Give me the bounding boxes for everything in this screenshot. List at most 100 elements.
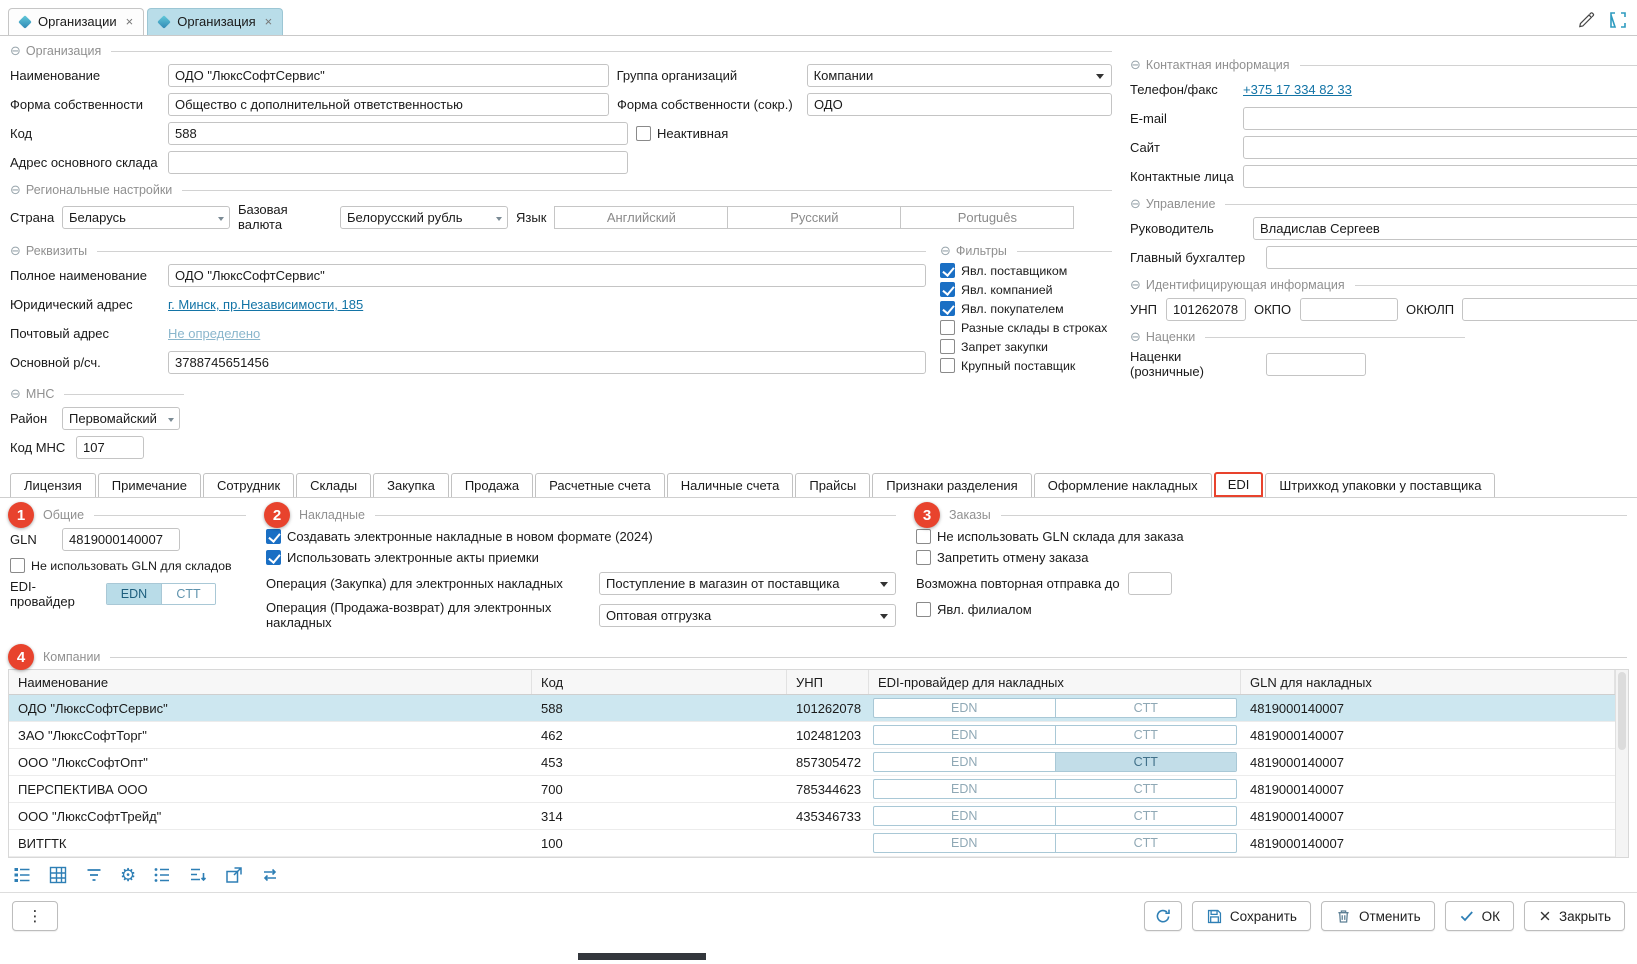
provider-option-edn[interactable]: EDN bbox=[874, 807, 1055, 825]
forbid-order-cancel-checkbox[interactable]: Запретить отмену заказа bbox=[916, 550, 1627, 565]
filter-checkbox-company[interactable]: Явл. компанией bbox=[940, 282, 1112, 297]
gln-input[interactable] bbox=[62, 528, 180, 551]
filter-checkbox-different-warehouses[interactable]: Разные склады в строках bbox=[940, 320, 1112, 335]
sort-list-icon[interactable] bbox=[188, 865, 208, 885]
numbered-list-icon[interactable] bbox=[152, 865, 172, 885]
filter-checkbox-buyer[interactable]: Явл. покупателем bbox=[940, 301, 1112, 316]
tab-note[interactable]: Примечание bbox=[98, 473, 201, 497]
district-combo[interactable]: Первомайский bbox=[62, 407, 180, 430]
collapse-icon[interactable]: ⊖ bbox=[1130, 196, 1141, 212]
collapse-icon[interactable]: ⊖ bbox=[940, 243, 951, 259]
column-header-code[interactable]: Код bbox=[532, 670, 787, 694]
provider-option-ctt[interactable]: CTT bbox=[161, 584, 215, 604]
ownership-input[interactable] bbox=[168, 93, 609, 116]
collapse-icon[interactable]: ⊖ bbox=[10, 43, 21, 59]
table-row-company[interactable]: ОДО "ЛюксСофтСервис" 588 101262078 EDN C… bbox=[9, 695, 1615, 722]
tab-edi[interactable]: EDI bbox=[1214, 472, 1264, 497]
filter-icon[interactable] bbox=[84, 865, 104, 885]
head-input[interactable] bbox=[1253, 217, 1637, 240]
grid-view-icon[interactable] bbox=[48, 865, 68, 885]
gear-icon[interactable]: ⚙ bbox=[120, 866, 136, 884]
language-option-russian[interactable]: Русский bbox=[727, 206, 901, 229]
cancel-button[interactable]: Отменить bbox=[1321, 901, 1435, 931]
provider-option-ctt[interactable]: CTT bbox=[1055, 807, 1237, 825]
tab-organizations[interactable]: Организации × bbox=[8, 8, 144, 35]
ok-button[interactable]: ОК bbox=[1445, 901, 1514, 931]
list-view-icon[interactable] bbox=[12, 865, 32, 885]
collapse-icon[interactable]: ⊖ bbox=[10, 243, 21, 259]
contact-persons-input[interactable] bbox=[1243, 165, 1637, 188]
tab-settlement-accounts[interactable]: Расчетные счета bbox=[535, 473, 665, 497]
return-operation-select[interactable]: Оптовая отгрузка bbox=[599, 604, 896, 627]
tab-invoice-layout[interactable]: Оформление накладных bbox=[1034, 473, 1212, 497]
filter-checkbox-supplier[interactable]: Явл. поставщиком bbox=[940, 263, 1112, 278]
provider-option-edn[interactable]: EDN bbox=[874, 834, 1055, 852]
table-row-company[interactable]: ЗАО "ЛюксСофтТорг" 462 102481203 EDN CTT… bbox=[9, 722, 1615, 749]
filter-checkbox-purchase-ban[interactable]: Запрет закупки bbox=[940, 339, 1112, 354]
okulp-input[interactable] bbox=[1462, 298, 1637, 321]
account-input[interactable] bbox=[168, 351, 926, 374]
refresh-button[interactable] bbox=[1144, 901, 1182, 931]
table-scrollbar[interactable] bbox=[1615, 670, 1628, 857]
site-input[interactable] bbox=[1243, 136, 1637, 159]
provider-option-ctt[interactable]: CTT bbox=[1055, 699, 1237, 717]
retail-markup-input[interactable] bbox=[1266, 353, 1366, 376]
no-gln-order-checkbox[interactable]: Не использовать GLN склада для заказа bbox=[916, 529, 1627, 544]
new-format-invoices-checkbox[interactable]: Создавать электронные накладные в новом … bbox=[266, 529, 896, 544]
mns-code-input[interactable] bbox=[76, 436, 144, 459]
accountant-input[interactable] bbox=[1266, 246, 1637, 269]
ownership-short-input[interactable] bbox=[807, 93, 1112, 116]
tab-employee[interactable]: Сотрудник bbox=[203, 473, 294, 497]
column-header-name[interactable]: Наименование bbox=[9, 670, 532, 694]
table-row-company[interactable]: ПЕРСПЕКТИВА ООО 700 785344623 EDN CTT 48… bbox=[9, 776, 1615, 803]
tab-warehouses[interactable]: Склады bbox=[296, 473, 371, 497]
tab-supplier-package-barcode[interactable]: Штрихкод упаковки у поставщика bbox=[1265, 473, 1495, 497]
language-option-portuguese[interactable]: Português bbox=[900, 206, 1074, 229]
unp-input[interactable] bbox=[1166, 298, 1246, 321]
table-row-company[interactable]: ООО "ЛюксСофтОпт" 453 857305472 EDN CTT … bbox=[9, 749, 1615, 776]
column-header-unp[interactable]: УНП bbox=[787, 670, 869, 694]
collapse-icon[interactable]: ⊖ bbox=[1130, 277, 1141, 293]
inactive-checkbox[interactable]: Неактивная bbox=[636, 126, 728, 141]
provider-option-edn[interactable]: EDN bbox=[874, 726, 1055, 744]
filter-checkbox-large-supplier[interactable]: Крупный поставщик bbox=[940, 358, 1112, 373]
table-row-company[interactable]: ООО "ЛюксСофтТрейд" 314 435346733 EDN CT… bbox=[9, 803, 1615, 830]
full-name-input[interactable] bbox=[168, 264, 926, 287]
tab-organization[interactable]: Организация × bbox=[147, 8, 283, 35]
swap-icon[interactable] bbox=[260, 865, 280, 885]
warehouse-address-input[interactable] bbox=[168, 151, 628, 174]
okpo-input[interactable] bbox=[1300, 298, 1398, 321]
provider-option-edn[interactable]: EDN bbox=[874, 699, 1055, 717]
postal-address-link[interactable]: Не определено bbox=[168, 326, 260, 341]
tab-purchase[interactable]: Закупка bbox=[373, 473, 449, 497]
close-tab-icon[interactable]: × bbox=[126, 14, 134, 29]
tab-sales[interactable]: Продажа bbox=[451, 473, 533, 497]
no-gln-warehouses-checkbox[interactable]: Не использовать GLN для складов bbox=[10, 558, 246, 573]
open-external-icon[interactable] bbox=[224, 865, 244, 885]
collapse-icon[interactable]: ⊖ bbox=[1130, 329, 1141, 345]
provider-option-edn[interactable]: EDN bbox=[874, 780, 1055, 798]
column-header-gln[interactable]: GLN для накладных bbox=[1241, 670, 1615, 694]
provider-option-edn[interactable]: EDN bbox=[874, 753, 1055, 771]
phone-link[interactable]: +375 17 334 82 33 bbox=[1243, 82, 1352, 97]
tab-separation-signs[interactable]: Признаки разделения bbox=[872, 473, 1031, 497]
is-branch-checkbox[interactable]: Явл. филиалом bbox=[916, 602, 1627, 617]
electronic-acts-checkbox[interactable]: Использовать электронные акты приемки bbox=[266, 550, 896, 565]
more-actions-button[interactable]: ⋮ bbox=[12, 901, 58, 931]
country-combo[interactable]: Беларусь bbox=[62, 206, 230, 229]
close-button[interactable]: Закрыть bbox=[1524, 901, 1625, 931]
provider-option-ctt[interactable]: CTT bbox=[1055, 834, 1237, 852]
column-header-edi-provider[interactable]: EDI-провайдер для накладных bbox=[869, 670, 1241, 694]
edit-icon[interactable] bbox=[1577, 11, 1595, 29]
collapse-icon[interactable]: ⊖ bbox=[10, 386, 21, 402]
resend-until-input[interactable] bbox=[1128, 572, 1172, 595]
table-row-company[interactable]: ВИТГТК 100 EDN CTT 4819000140007 bbox=[9, 830, 1615, 857]
close-tab-icon[interactable]: × bbox=[265, 14, 273, 29]
email-input[interactable] bbox=[1243, 107, 1637, 130]
provider-option-ctt[interactable]: CTT bbox=[1055, 780, 1237, 798]
tab-license[interactable]: Лицензия bbox=[10, 473, 96, 497]
scrollbar-thumb[interactable] bbox=[1618, 672, 1626, 750]
legal-address-link[interactable]: г. Минск, пр.Независимости, 185 bbox=[168, 297, 363, 312]
provider-option-ctt[interactable]: CTT bbox=[1055, 753, 1237, 771]
save-button[interactable]: Сохранить bbox=[1192, 901, 1311, 931]
